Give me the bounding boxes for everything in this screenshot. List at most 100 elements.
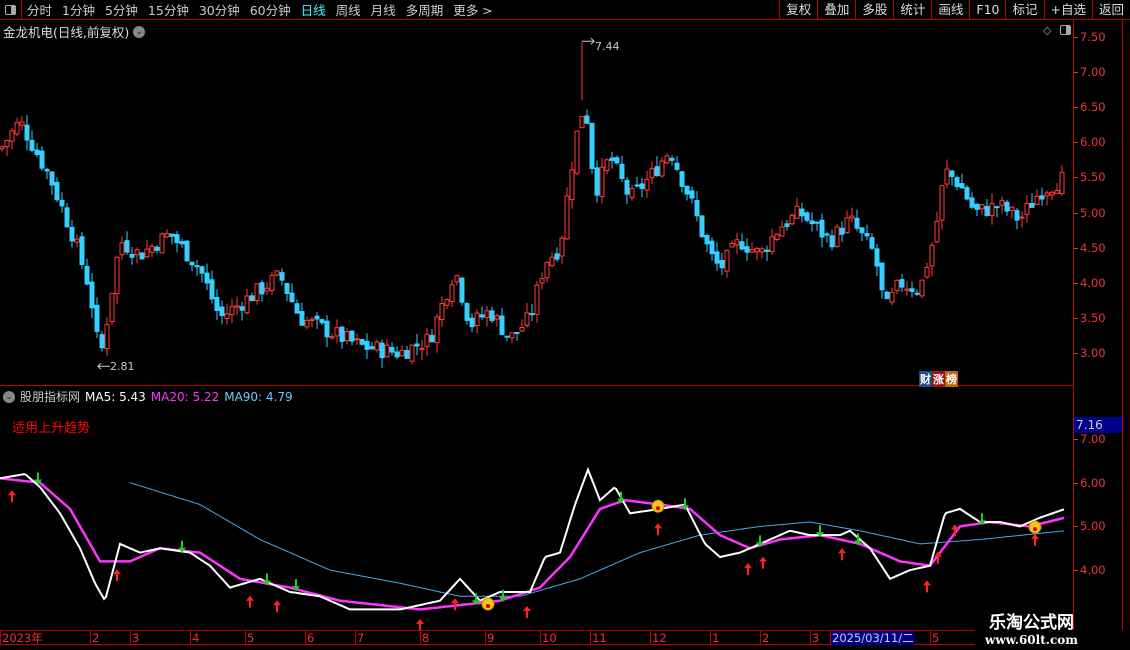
face-mouth bbox=[656, 506, 660, 511]
candle-body bbox=[839, 227, 845, 235]
candle-body bbox=[84, 265, 90, 285]
candle-body bbox=[154, 246, 160, 251]
candle-body bbox=[759, 248, 765, 253]
candle-body bbox=[954, 177, 960, 187]
ma90-line bbox=[129, 482, 1065, 597]
candle-body bbox=[194, 265, 200, 268]
candle-body bbox=[669, 157, 675, 161]
candle-body bbox=[139, 252, 145, 260]
candle-body bbox=[0, 146, 5, 150]
price-tick: 4.00 bbox=[1074, 275, 1106, 290]
up-arrow-icon bbox=[113, 569, 121, 582]
candle-body bbox=[744, 246, 750, 253]
time-label: 2025/03/11/二 bbox=[830, 631, 914, 645]
price-tick: 4.50 bbox=[1074, 240, 1106, 255]
candle-body bbox=[574, 130, 580, 174]
price-tick: 6.00 bbox=[1074, 135, 1106, 150]
candle-body bbox=[924, 267, 930, 278]
up-arrow-icon bbox=[654, 523, 662, 536]
candle-body bbox=[1014, 210, 1020, 221]
candle-body bbox=[649, 168, 655, 179]
candle-body bbox=[159, 233, 165, 254]
candle-body bbox=[974, 203, 980, 210]
indicator-tick: 6.00 bbox=[1074, 475, 1106, 490]
candle-body bbox=[34, 149, 40, 155]
candle-body bbox=[104, 324, 110, 349]
candle-body bbox=[179, 241, 185, 245]
candle-body bbox=[509, 332, 515, 339]
candle-body bbox=[989, 203, 995, 217]
candle-body bbox=[714, 251, 720, 264]
candle-body bbox=[124, 240, 130, 253]
up-arrow-icon bbox=[416, 619, 424, 630]
chevron-down-icon[interactable]: ⌄ bbox=[3, 390, 15, 403]
candle-body bbox=[644, 178, 650, 191]
time-label: 2 bbox=[90, 631, 100, 645]
low-arrow-icon bbox=[96, 362, 110, 370]
candle-body bbox=[114, 256, 120, 295]
price-tick: 7.00 bbox=[1074, 65, 1106, 80]
candle-body bbox=[244, 295, 250, 314]
candle-body bbox=[849, 215, 855, 219]
candle-body bbox=[524, 312, 530, 326]
up-arrow-icon bbox=[744, 563, 752, 576]
candle-body bbox=[434, 316, 440, 344]
candle-body bbox=[289, 292, 295, 303]
up-arrow-icon bbox=[923, 580, 931, 593]
candle-body bbox=[119, 242, 125, 256]
candle-body bbox=[629, 187, 635, 199]
candle-body bbox=[899, 279, 905, 288]
candle-body bbox=[664, 155, 670, 164]
indicator-note: 适用上升趋势 bbox=[12, 421, 91, 436]
candle-body bbox=[284, 282, 290, 294]
time-axis: 2023年 2 3 4 5 6 7 8 9 10 11 12 1 2 3 2025/03/11/二 5 bbox=[0, 630, 975, 645]
candle-body bbox=[299, 311, 305, 326]
ma5-line bbox=[0, 466, 1065, 611]
candle-body bbox=[659, 160, 665, 177]
ma90-value: MA90: 4.79 bbox=[224, 389, 293, 404]
candle-body bbox=[654, 166, 660, 177]
up-arrow-icon bbox=[246, 595, 254, 608]
price-tick: 5.50 bbox=[1074, 170, 1106, 185]
candle-body bbox=[424, 333, 430, 348]
watermark-url: www.60lt.com bbox=[985, 633, 1078, 647]
candle-body bbox=[359, 339, 365, 345]
candle-body bbox=[49, 171, 55, 186]
fin-rank-badge[interactable]: 财 涨 榜 bbox=[919, 371, 958, 387]
candle-body bbox=[804, 212, 810, 221]
time-label: 2023年 bbox=[0, 631, 43, 645]
candle-body bbox=[704, 234, 710, 245]
candle-body bbox=[864, 232, 870, 237]
price-axis-line bbox=[1073, 20, 1074, 630]
candle-body bbox=[884, 291, 890, 300]
up-arrow-icon bbox=[8, 490, 16, 503]
candle-body bbox=[79, 236, 85, 266]
up-arrow-icon bbox=[1031, 533, 1039, 546]
candle-body bbox=[504, 335, 510, 338]
price-tick: 3.00 bbox=[1074, 345, 1106, 360]
candle-body bbox=[754, 247, 760, 253]
candle-body bbox=[454, 275, 460, 283]
candle-body bbox=[834, 226, 840, 247]
candle-body bbox=[959, 183, 965, 189]
candle-body bbox=[184, 240, 190, 262]
candle-body bbox=[59, 199, 65, 207]
candle-body bbox=[19, 121, 25, 126]
candle-body bbox=[374, 341, 380, 351]
candle-body bbox=[1054, 189, 1060, 194]
candle-body bbox=[169, 233, 175, 237]
price-chart[interactable] bbox=[0, 0, 1073, 630]
candle-body bbox=[109, 292, 115, 322]
candle-body bbox=[689, 190, 695, 199]
candle-body bbox=[44, 168, 50, 172]
candle-body bbox=[249, 295, 255, 302]
candle-body bbox=[314, 315, 320, 320]
indicator-header: ⌄ 股朋指标网 MA5: 5.43 MA20: 5.22 MA90: 4.79 bbox=[3, 388, 293, 405]
candle-body bbox=[779, 226, 785, 237]
candle-body bbox=[709, 240, 715, 255]
candle-body bbox=[304, 319, 310, 328]
toolbar-button[interactable]: 返回 bbox=[1091, 0, 1130, 20]
candle-body bbox=[4, 139, 10, 148]
candle-body bbox=[589, 122, 595, 169]
time-label: 1 bbox=[710, 631, 720, 645]
